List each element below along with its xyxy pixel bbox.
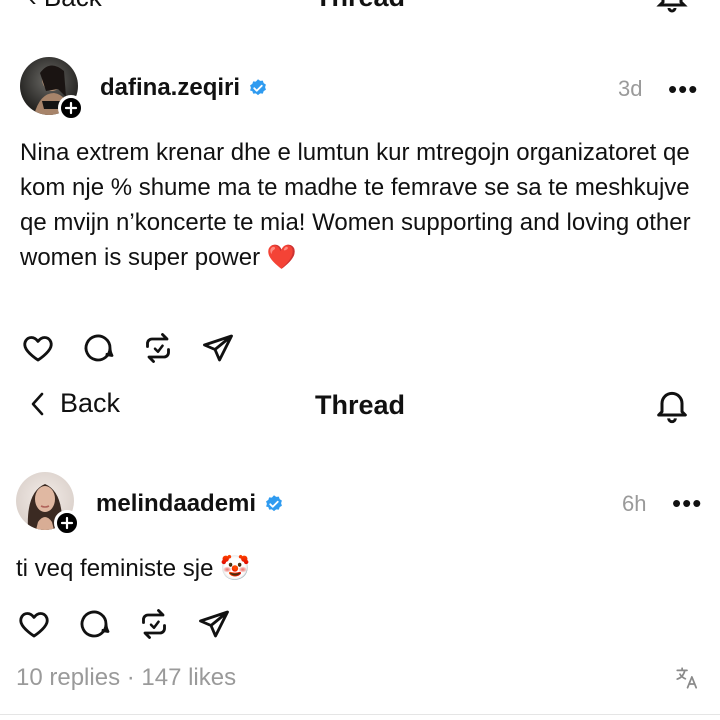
username-row[interactable]: dafina.zeqiri bbox=[100, 74, 268, 102]
avatar-dafina[interactable] bbox=[20, 57, 84, 121]
share-icon[interactable] bbox=[196, 606, 232, 642]
verified-icon bbox=[250, 79, 266, 96]
thread-header: Back Thread bbox=[0, 388, 720, 428]
heart-icon[interactable] bbox=[20, 330, 56, 366]
page-title: Thread bbox=[314, 390, 406, 420]
bell-icon[interactable] bbox=[652, 385, 692, 430]
divider bbox=[0, 714, 720, 715]
replies-likes-count[interactable]: 10 replies · 147 likes bbox=[16, 664, 236, 692]
comment-icon[interactable] bbox=[80, 330, 116, 366]
heart-icon[interactable] bbox=[16, 606, 52, 642]
post-text: Nina extrem krenar dhe e lumtun kur mtre… bbox=[20, 139, 691, 271]
username[interactable]: melindaademi bbox=[96, 490, 256, 518]
repost-icon[interactable] bbox=[140, 330, 176, 366]
share-icon[interactable] bbox=[200, 330, 236, 366]
bell-icon[interactable] bbox=[654, 0, 690, 19]
top-header-cropped: ‹ Back Thread bbox=[0, 0, 720, 14]
username[interactable]: dafina.zeqiri bbox=[100, 74, 240, 102]
post-time: 3d bbox=[618, 76, 643, 101]
repost-icon[interactable] bbox=[136, 606, 172, 642]
more-options-icon[interactable]: ••• bbox=[672, 490, 702, 516]
post-actions bbox=[16, 606, 232, 642]
post-time: 6h bbox=[622, 491, 647, 516]
more-options-icon[interactable]: ••• bbox=[668, 76, 698, 102]
post-actions bbox=[20, 330, 236, 366]
avatar-melinda[interactable] bbox=[16, 472, 80, 536]
translate-icon[interactable] bbox=[674, 665, 700, 696]
top-title: Thread bbox=[0, 0, 720, 13]
post-text: ti veq feministe sje 🤡 bbox=[16, 555, 250, 582]
verified-icon bbox=[266, 495, 282, 512]
follow-plus-icon[interactable] bbox=[58, 95, 84, 121]
follow-plus-icon[interactable] bbox=[54, 510, 80, 536]
username-row[interactable]: melindaademi bbox=[96, 490, 284, 518]
comment-icon[interactable] bbox=[76, 606, 112, 642]
